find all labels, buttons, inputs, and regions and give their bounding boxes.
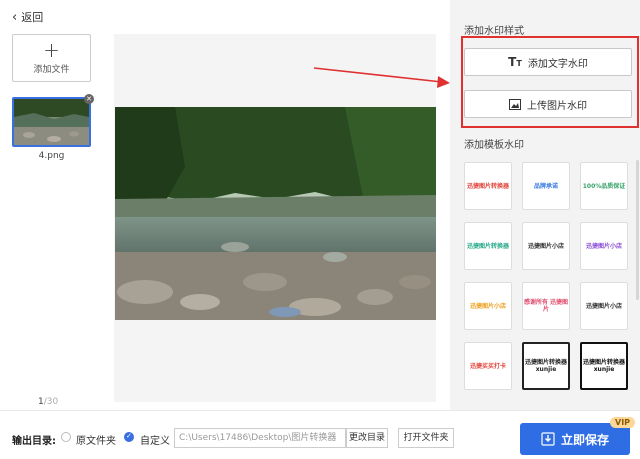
- output-bar: 输出目录: 原文件夹 自定义 C:\Users\17486\Desktop\图片…: [0, 410, 640, 459]
- template-item[interactable]: 迅捷图片转换器 xunjie: [522, 342, 570, 390]
- file-thumbnail[interactable]: ✕: [12, 94, 94, 147]
- output-path-input[interactable]: C:\Users\17486\Desktop\图片转换器: [174, 428, 346, 448]
- template-item[interactable]: 迅捷图片小店: [580, 282, 628, 330]
- template-text: 迅捷图片小店: [585, 302, 622, 310]
- template-item[interactable]: 迅捷买买打卡: [464, 342, 512, 390]
- template-item[interactable]: 迅捷图片转换器: [464, 162, 512, 210]
- template-item[interactable]: 迅捷图片转换器: [464, 222, 512, 270]
- template-text: 迅捷图片转换器: [466, 182, 509, 190]
- add-text-watermark-button[interactable]: TT 添加文字水印: [464, 48, 632, 76]
- custom-folder-label: 自定义: [140, 436, 170, 447]
- template-item[interactable]: 迅捷图片小店: [522, 222, 570, 270]
- preview-image: [115, 107, 436, 320]
- template-item[interactable]: 迅捷图片小店: [580, 222, 628, 270]
- template-text: 迅捷图片小店: [527, 242, 564, 250]
- output-label: 输出目录:: [12, 436, 56, 447]
- page-counter: 1/30: [38, 397, 58, 407]
- back-button[interactable]: ‹ 返回: [12, 9, 43, 25]
- template-scrollbar[interactable]: [636, 160, 639, 300]
- back-label: 返回: [21, 11, 44, 24]
- upload-image-watermark-button[interactable]: 上传图片水印: [464, 90, 632, 118]
- save-label: 立即保存: [560, 432, 609, 447]
- template-text: 迅捷图片转换器: [466, 242, 509, 250]
- file-name: 4.png: [38, 151, 65, 161]
- template-text: 品牌承诺: [533, 182, 558, 190]
- open-folder-button[interactable]: 打开文件夹: [398, 428, 454, 448]
- template-section-title: 添加模板水印: [464, 140, 524, 151]
- page-total: /30: [43, 397, 59, 407]
- style-section-title: 添加水印样式: [464, 26, 524, 37]
- text-icon: TT: [508, 55, 522, 69]
- template-text: 迅捷图片小店: [585, 242, 622, 250]
- top-bar: ‹ 返回: [0, 0, 450, 30]
- template-text: 迅捷买买打卡: [469, 362, 506, 370]
- template-item[interactable]: 迅捷图片小店: [464, 282, 512, 330]
- file-list: + 添加文件 ✕ 4.png: [0, 30, 104, 410]
- change-dir-button[interactable]: 更改目录: [346, 428, 388, 448]
- original-folder-label: 原文件夹: [76, 436, 116, 447]
- add-file-label: 添加文件: [33, 64, 70, 75]
- add-file-button[interactable]: + 添加文件: [12, 34, 91, 82]
- plus-icon: +: [43, 37, 60, 62]
- upload-image-watermark-label: 上传图片水印: [527, 100, 587, 112]
- template-item[interactable]: 感谢所有 迅捷图片: [522, 282, 570, 330]
- radio-custom-folder[interactable]: [124, 432, 134, 442]
- radio-original-folder[interactable]: [61, 432, 71, 442]
- template-text: 100%品质保证: [582, 182, 626, 190]
- template-item[interactable]: 品牌承诺: [522, 162, 570, 210]
- image-icon: [509, 98, 521, 110]
- template-text: 感谢所有 迅捷图片: [523, 299, 569, 313]
- annotation-arrow: [313, 67, 450, 88]
- template-text: 迅捷图片转换器 xunjie: [582, 359, 625, 373]
- template-item[interactable]: 100%品质保证: [580, 162, 628, 210]
- add-text-watermark-label: 添加文字水印: [527, 58, 588, 70]
- vip-badge: VIP: [610, 417, 636, 428]
- remove-file-button[interactable]: ✕: [84, 94, 94, 104]
- download-icon: [541, 432, 555, 446]
- chevron-left-icon: ‹: [12, 9, 18, 25]
- template-text: 迅捷图片小店: [469, 302, 506, 310]
- template-text: 迅捷图片转换器 xunjie: [524, 359, 567, 373]
- template-item[interactable]: 迅捷图片转换器 xunjie: [580, 342, 628, 390]
- thumbnail-image: [14, 99, 89, 145]
